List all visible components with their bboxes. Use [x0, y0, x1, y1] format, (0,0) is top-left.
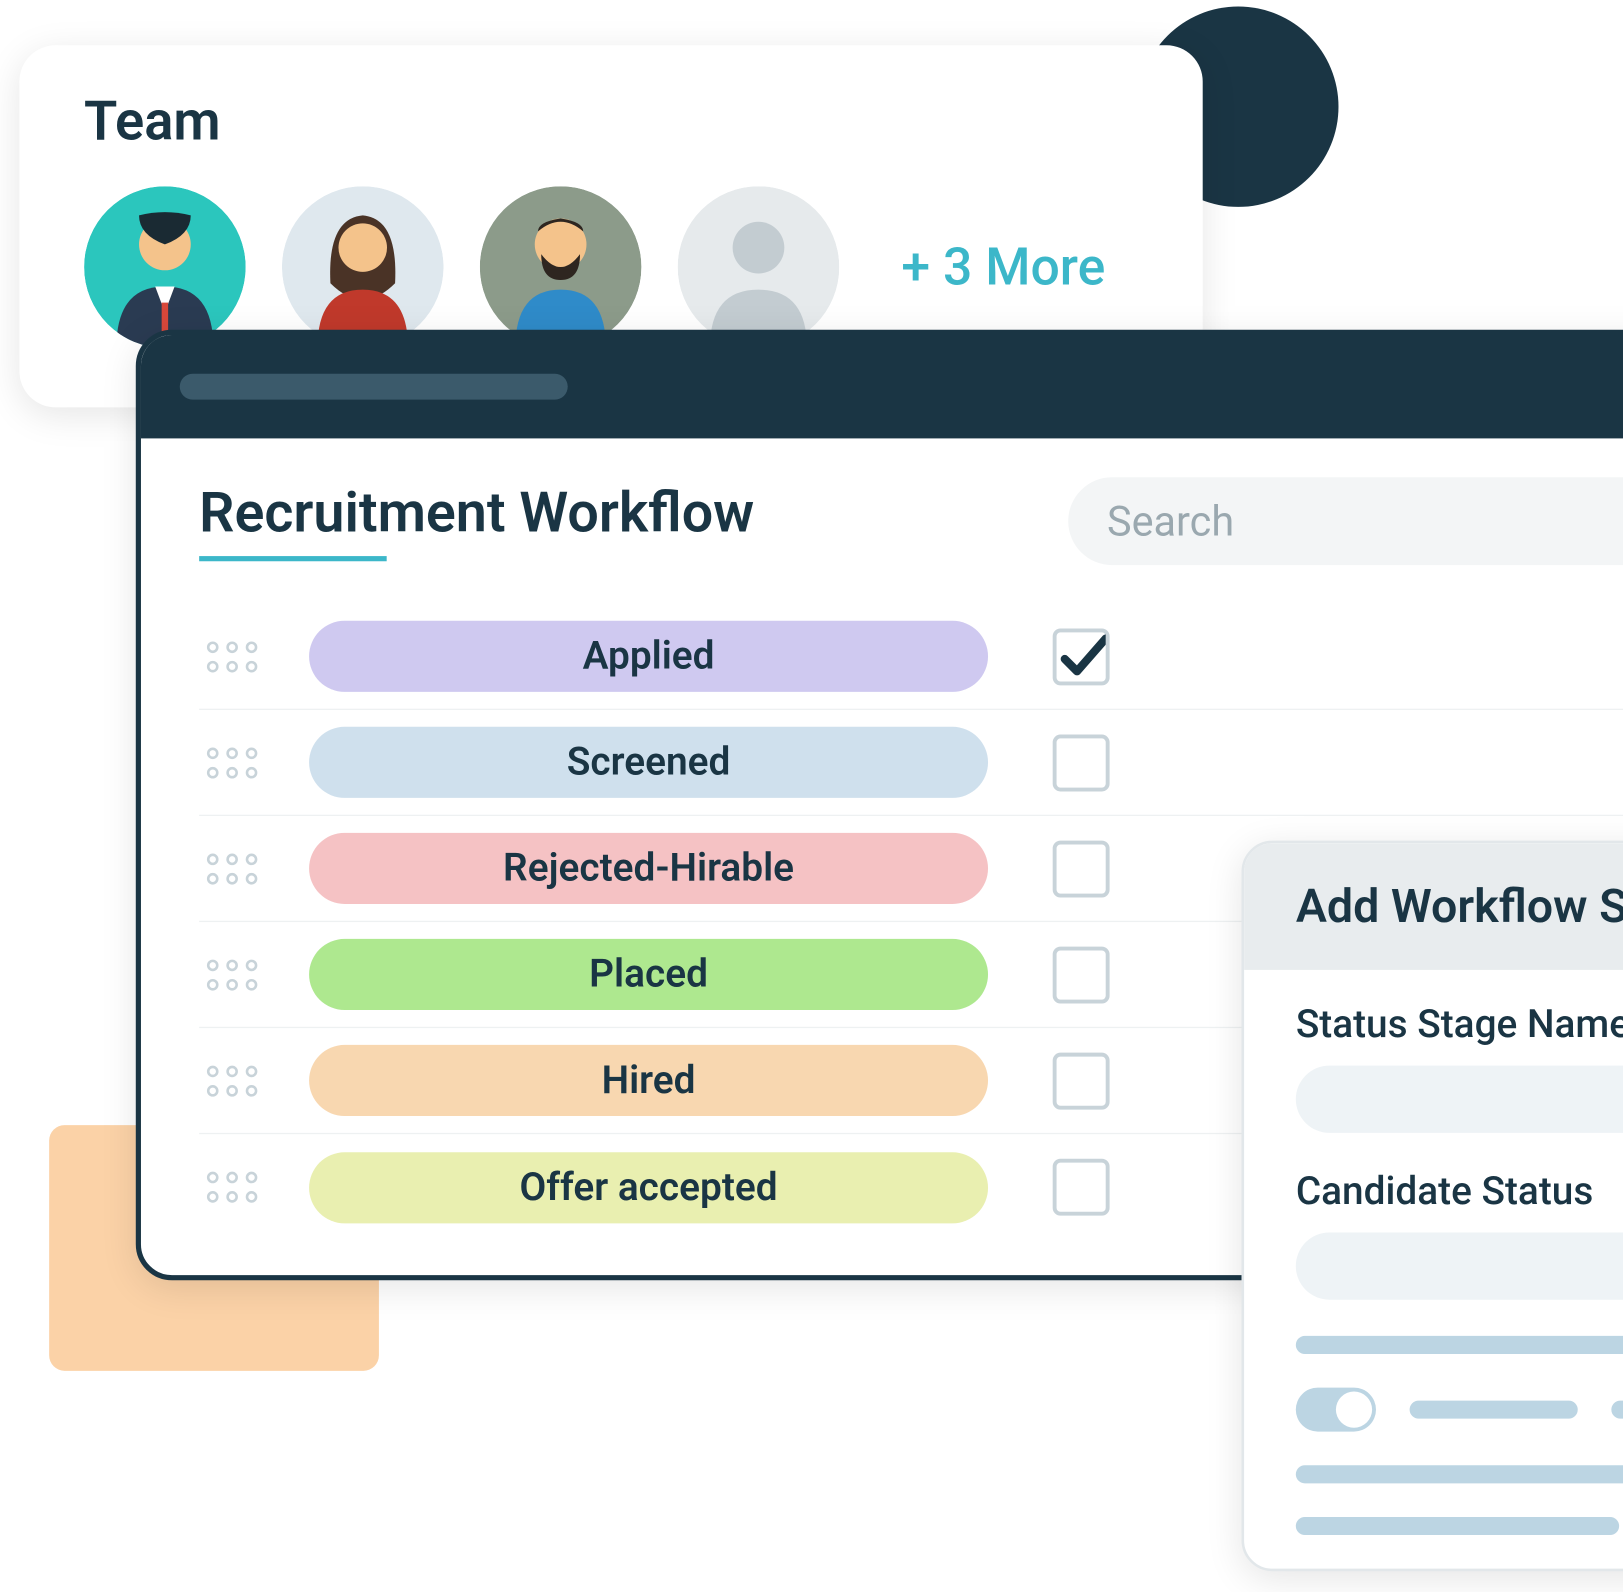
drag-handle-icon[interactable] [199, 959, 264, 990]
toggle-switch[interactable] [1296, 1388, 1376, 1432]
stage-pill[interactable]: Hired [309, 1045, 988, 1116]
stage-checkbox[interactable] [1053, 840, 1110, 897]
team-title: Team [84, 91, 1138, 154]
window-titlebar [141, 335, 1623, 438]
drag-handle-icon[interactable] [199, 1065, 264, 1096]
stage-row: Applied [199, 604, 1623, 710]
stage-row: Screened [199, 710, 1623, 816]
stage-checkbox[interactable] [1053, 1159, 1110, 1216]
candidate-status-input[interactable] [1296, 1232, 1623, 1299]
stage-pill[interactable]: Offer accepted [309, 1152, 988, 1223]
workflow-title: Recruitment Workflow [199, 481, 754, 561]
toggle-row [1296, 1388, 1623, 1432]
toggle-knob [1336, 1392, 1372, 1428]
stage-pill[interactable]: Rejected-Hirable [309, 833, 988, 904]
avatar[interactable] [678, 186, 840, 348]
more-members-link[interactable]: + 3 More [901, 237, 1105, 298]
stage-checkbox[interactable] [1053, 628, 1110, 685]
drag-handle-icon[interactable] [199, 1172, 264, 1203]
stage-pill[interactable]: Placed [309, 939, 988, 1010]
titlebar-placeholder [180, 374, 568, 400]
search-placeholder: Search [1107, 497, 1234, 546]
team-avatars-row: + 3 More [84, 186, 1138, 348]
avatar[interactable] [84, 186, 246, 348]
drag-handle-icon[interactable] [199, 641, 264, 672]
placeholder-line [1296, 1465, 1623, 1483]
placeholder-line [1410, 1401, 1578, 1419]
stage-checkbox[interactable] [1053, 734, 1110, 791]
add-panel-header: Add Workflow Stage [1244, 843, 1623, 970]
add-panel-title: Add Workflow Stage [1296, 879, 1623, 933]
stage-checkbox[interactable] [1053, 946, 1110, 1003]
stage-pill[interactable]: Screened [309, 727, 988, 798]
status-stage-name-input[interactable] [1296, 1066, 1623, 1133]
stage-checkbox[interactable] [1053, 1052, 1110, 1109]
avatar[interactable] [480, 186, 642, 348]
placeholder-line [1296, 1517, 1620, 1535]
placeholder-line [1296, 1336, 1623, 1354]
status-stage-name-label: Status Stage Name [1296, 1002, 1623, 1047]
avatar[interactable] [282, 186, 444, 348]
placeholder-line [1611, 1401, 1623, 1419]
candidate-status-label: Candidate Status [1296, 1169, 1623, 1214]
add-workflow-stage-panel: Add Workflow Stage Status Stage Name Can… [1241, 841, 1623, 1572]
drag-handle-icon[interactable] [199, 747, 264, 778]
drag-handle-icon[interactable] [199, 853, 264, 884]
search-input[interactable]: Search [1068, 477, 1623, 565]
stage-pill[interactable]: Applied [309, 621, 988, 692]
